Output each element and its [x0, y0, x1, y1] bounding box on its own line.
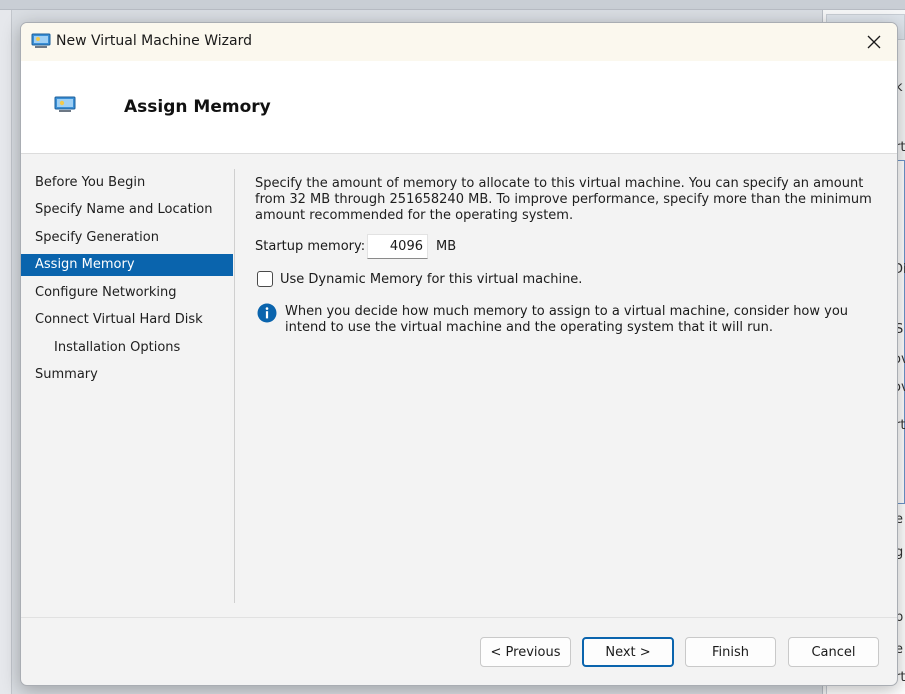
- nav-item-connect-virtual-hard-disk[interactable]: Connect Virtual Hard Disk: [21, 309, 233, 331]
- wizard-steps-nav: Before You Begin Specify Name and Locati…: [21, 154, 235, 604]
- memory-info-text: When you decide how much memory to assig…: [285, 304, 849, 335]
- close-button[interactable]: [851, 23, 897, 61]
- footer-divider: [21, 617, 897, 618]
- nav-item-specify-generation[interactable]: Specify Generation: [21, 227, 233, 249]
- nav-item-configure-networking[interactable]: Configure Networking: [21, 282, 233, 304]
- nav-item-before-you-begin[interactable]: Before You Begin: [21, 172, 233, 194]
- nav-item-installation-options[interactable]: Installation Options: [21, 337, 233, 359]
- info-icon: [257, 303, 277, 323]
- startup-memory-input[interactable]: [367, 234, 428, 259]
- nav-item-specify-name-and-location[interactable]: Specify Name and Location: [21, 199, 233, 221]
- cancel-button[interactable]: Cancel: [788, 637, 879, 667]
- host-window-titlebar: [0, 0, 905, 10]
- virtual-machine-icon: [54, 96, 76, 112]
- nav-item-assign-memory[interactable]: Assign Memory: [21, 254, 233, 276]
- new-vm-wizard-dialog: New Virtual Machine Wizard Assign Memory…: [20, 22, 898, 686]
- close-icon: [867, 35, 881, 49]
- memory-description: Specify the amount of memory to allocate…: [255, 176, 872, 223]
- host-window-left-edge: [0, 10, 12, 694]
- startup-memory-label: Startup memory:: [255, 239, 366, 254]
- previous-button[interactable]: < Previous: [480, 637, 571, 667]
- virtual-machine-icon: [31, 33, 51, 48]
- dialog-titlebar[interactable]: New Virtual Machine Wizard: [21, 23, 897, 61]
- page-header: Assign Memory: [21, 61, 897, 154]
- dialog-title: New Virtual Machine Wizard: [56, 33, 252, 49]
- finish-button[interactable]: Finish: [685, 637, 776, 667]
- nav-divider: [234, 169, 235, 603]
- page-title: Assign Memory: [124, 97, 271, 117]
- dynamic-memory-checkbox[interactable]: [257, 271, 273, 287]
- next-button[interactable]: Next >: [582, 637, 674, 667]
- dynamic-memory-label[interactable]: Use Dynamic Memory for this virtual mach…: [280, 272, 582, 287]
- startup-memory-unit: MB: [436, 239, 457, 254]
- nav-item-summary[interactable]: Summary: [21, 364, 233, 386]
